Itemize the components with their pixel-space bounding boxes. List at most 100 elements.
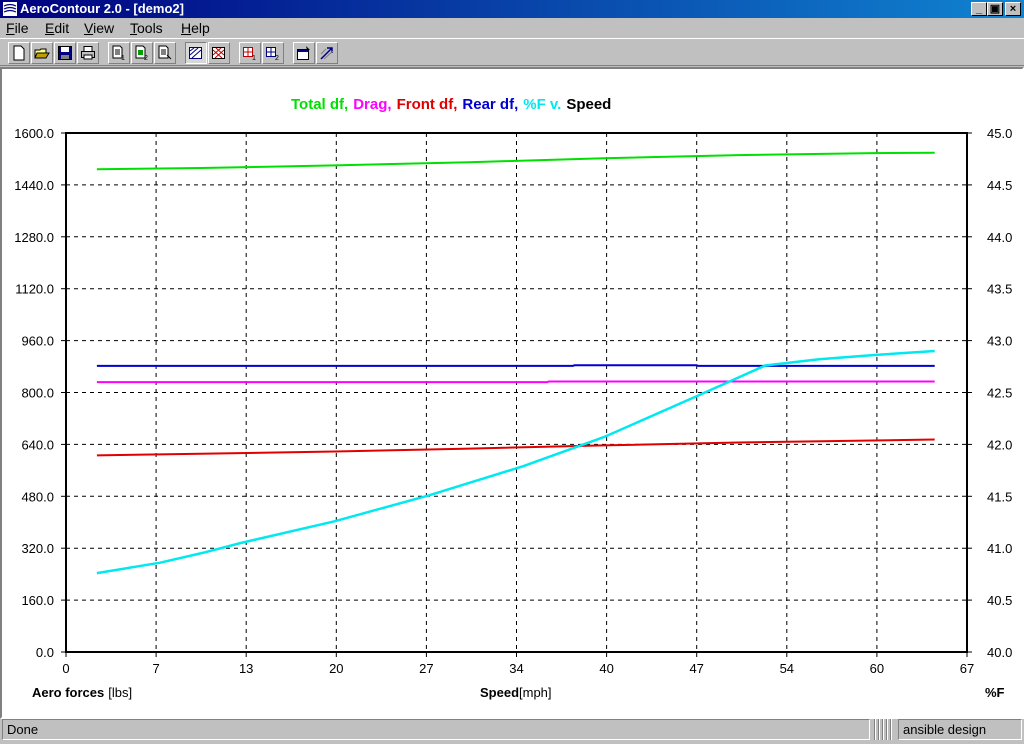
y2-tick-label: 41.0 xyxy=(987,541,1012,556)
hatch-pattern-icon xyxy=(189,47,202,59)
menu-edit[interactable]: Edit xyxy=(45,20,69,36)
title-part: Front df, xyxy=(397,96,458,113)
y-tick-label: 160.0 xyxy=(21,593,54,608)
y-tick-label: 0.0 xyxy=(36,645,54,660)
grid-2-button[interactable]: 2 xyxy=(262,42,284,64)
toolbar: 1 2 1 2 xyxy=(0,38,1024,66)
x-axis-label: Speed[mph] xyxy=(480,685,552,700)
svg-text:1: 1 xyxy=(252,55,256,61)
y2-tick-label: 40.5 xyxy=(987,593,1012,608)
chart: Total df, Drag, Front df, Rear df, %F v. Spee… xyxy=(14,96,1012,700)
y2-axis-label: %F xyxy=(985,685,1005,700)
y-tick-label: 800.0 xyxy=(21,386,54,401)
y-tick-label: 640.0 xyxy=(21,437,54,452)
close-button[interactable]: × xyxy=(1005,2,1021,16)
new-file-button[interactable] xyxy=(8,42,30,64)
title-part: Speed xyxy=(566,96,611,113)
y2-tick-label: 42.5 xyxy=(987,386,1012,401)
y-tick-label: 480.0 xyxy=(21,489,54,504)
x-tick-label: 34 xyxy=(509,661,523,676)
series-line-drag xyxy=(96,380,935,384)
x-tick-label: 13 xyxy=(239,661,253,676)
save-button[interactable] xyxy=(54,42,76,64)
menu-bar: File Edit View Tools Help xyxy=(0,18,1024,38)
x-tick-label: 60 xyxy=(870,661,884,676)
open-folder-icon xyxy=(34,48,50,59)
new-file-icon xyxy=(13,45,25,61)
y2-tick-label: 44.0 xyxy=(987,230,1012,245)
svg-text:2: 2 xyxy=(144,55,148,61)
crosshatch-pattern-icon xyxy=(212,47,225,59)
zoom-arrow-button[interactable] xyxy=(316,42,338,64)
y2-tick-label: 44.5 xyxy=(987,178,1012,193)
series-line-f xyxy=(96,349,935,575)
y2-tick-label: 43.0 xyxy=(987,334,1012,349)
restore-button[interactable]: ▣ xyxy=(987,2,1003,16)
x-tick-label: 7 xyxy=(152,661,159,676)
document-1-button[interactable]: 1 xyxy=(108,42,130,64)
document-3-icon xyxy=(158,45,172,60)
title-part: Rear df, xyxy=(462,96,518,113)
open-button[interactable] xyxy=(31,42,53,64)
y-tick-label: 1600.0 xyxy=(14,126,54,141)
y2-tick-label: 43.5 xyxy=(987,282,1012,297)
x-tick-label: 67 xyxy=(960,661,974,676)
y-tick-label: 1120.0 xyxy=(15,282,54,297)
y2-tick-label: 42.0 xyxy=(987,437,1012,452)
title-part: Total df, xyxy=(291,96,348,113)
chart-area: Total df, Drag, Front df, Rear df, %F v. Spee… xyxy=(0,67,1024,719)
x-tick-label: 20 xyxy=(329,661,343,676)
x-tick-label: 47 xyxy=(689,661,703,676)
y2-tick-label: 45.0 xyxy=(987,126,1012,141)
axis-ticks: 0 7 13 20 27 34 40 47 54 60 67 0.0 160.0 320.0 480.0 64… xyxy=(14,126,1012,676)
series-line-rear-df xyxy=(96,364,935,367)
document-3-button[interactable] xyxy=(154,42,176,64)
status-brand: ansible design xyxy=(898,719,1022,740)
y2-tick-label: 40.0 xyxy=(987,645,1012,660)
grid-2-icon: 2 xyxy=(266,47,279,61)
x-tick-label: 0 xyxy=(62,661,69,676)
status-separator xyxy=(874,719,894,740)
status-bar: Done ansible design xyxy=(0,717,1024,744)
x-tick-label: 27 xyxy=(419,661,433,676)
menu-view[interactable]: View xyxy=(84,20,114,36)
document-1-icon: 1 xyxy=(112,45,125,61)
y-tick-label: 960.0 xyxy=(21,334,54,349)
series-lines xyxy=(96,151,935,575)
title-bar: AeroContour 2.0 - [demo2] xyxy=(0,0,1024,18)
menu-file[interactable]: File xyxy=(6,20,29,36)
hatch-pattern-button[interactable] xyxy=(185,42,207,64)
window-title: AeroContour 2.0 - [demo2] xyxy=(20,1,184,16)
properties-button[interactable] xyxy=(293,42,315,64)
menu-help[interactable]: Help xyxy=(181,20,210,36)
grid-1-icon: 1 xyxy=(243,47,256,61)
print-button[interactable] xyxy=(77,42,99,64)
y-tick-label: 320.0 xyxy=(21,541,54,556)
svg-text:2: 2 xyxy=(275,55,279,61)
print-icon xyxy=(81,46,95,60)
minimize-button[interactable]: _ xyxy=(971,2,987,16)
grid-lines xyxy=(66,133,967,652)
chart-title: Total df, Drag, Front df, Rear df, %F v. Spee… xyxy=(291,96,611,113)
x-tick-label: 40 xyxy=(599,661,613,676)
svg-text:1: 1 xyxy=(121,55,125,61)
status-text: Done xyxy=(2,719,870,740)
menu-tools[interactable]: Tools xyxy=(130,20,163,36)
y-tick-label: 1440.0 xyxy=(14,178,54,193)
y-axis-label: Aero forces [lbs] xyxy=(32,685,132,700)
grid-1-button[interactable]: 1 xyxy=(239,42,261,64)
title-part: %F v. xyxy=(523,96,561,113)
document-2-button[interactable]: 2 xyxy=(131,42,153,64)
app-icon xyxy=(3,2,17,16)
series-line-total-df xyxy=(96,151,935,171)
y-tick-label: 1280.0 xyxy=(14,230,54,245)
properties-icon xyxy=(297,46,310,60)
x-tick-label: 54 xyxy=(780,661,794,676)
y2-tick-label: 41.5 xyxy=(987,489,1012,504)
crosshatch-pattern-button[interactable] xyxy=(208,42,230,64)
zoom-arrow-icon xyxy=(320,47,334,60)
save-disk-icon xyxy=(58,46,72,60)
document-2-icon: 2 xyxy=(135,45,148,61)
series-line-front-df xyxy=(96,438,935,457)
title-part: Drag, xyxy=(353,96,391,113)
